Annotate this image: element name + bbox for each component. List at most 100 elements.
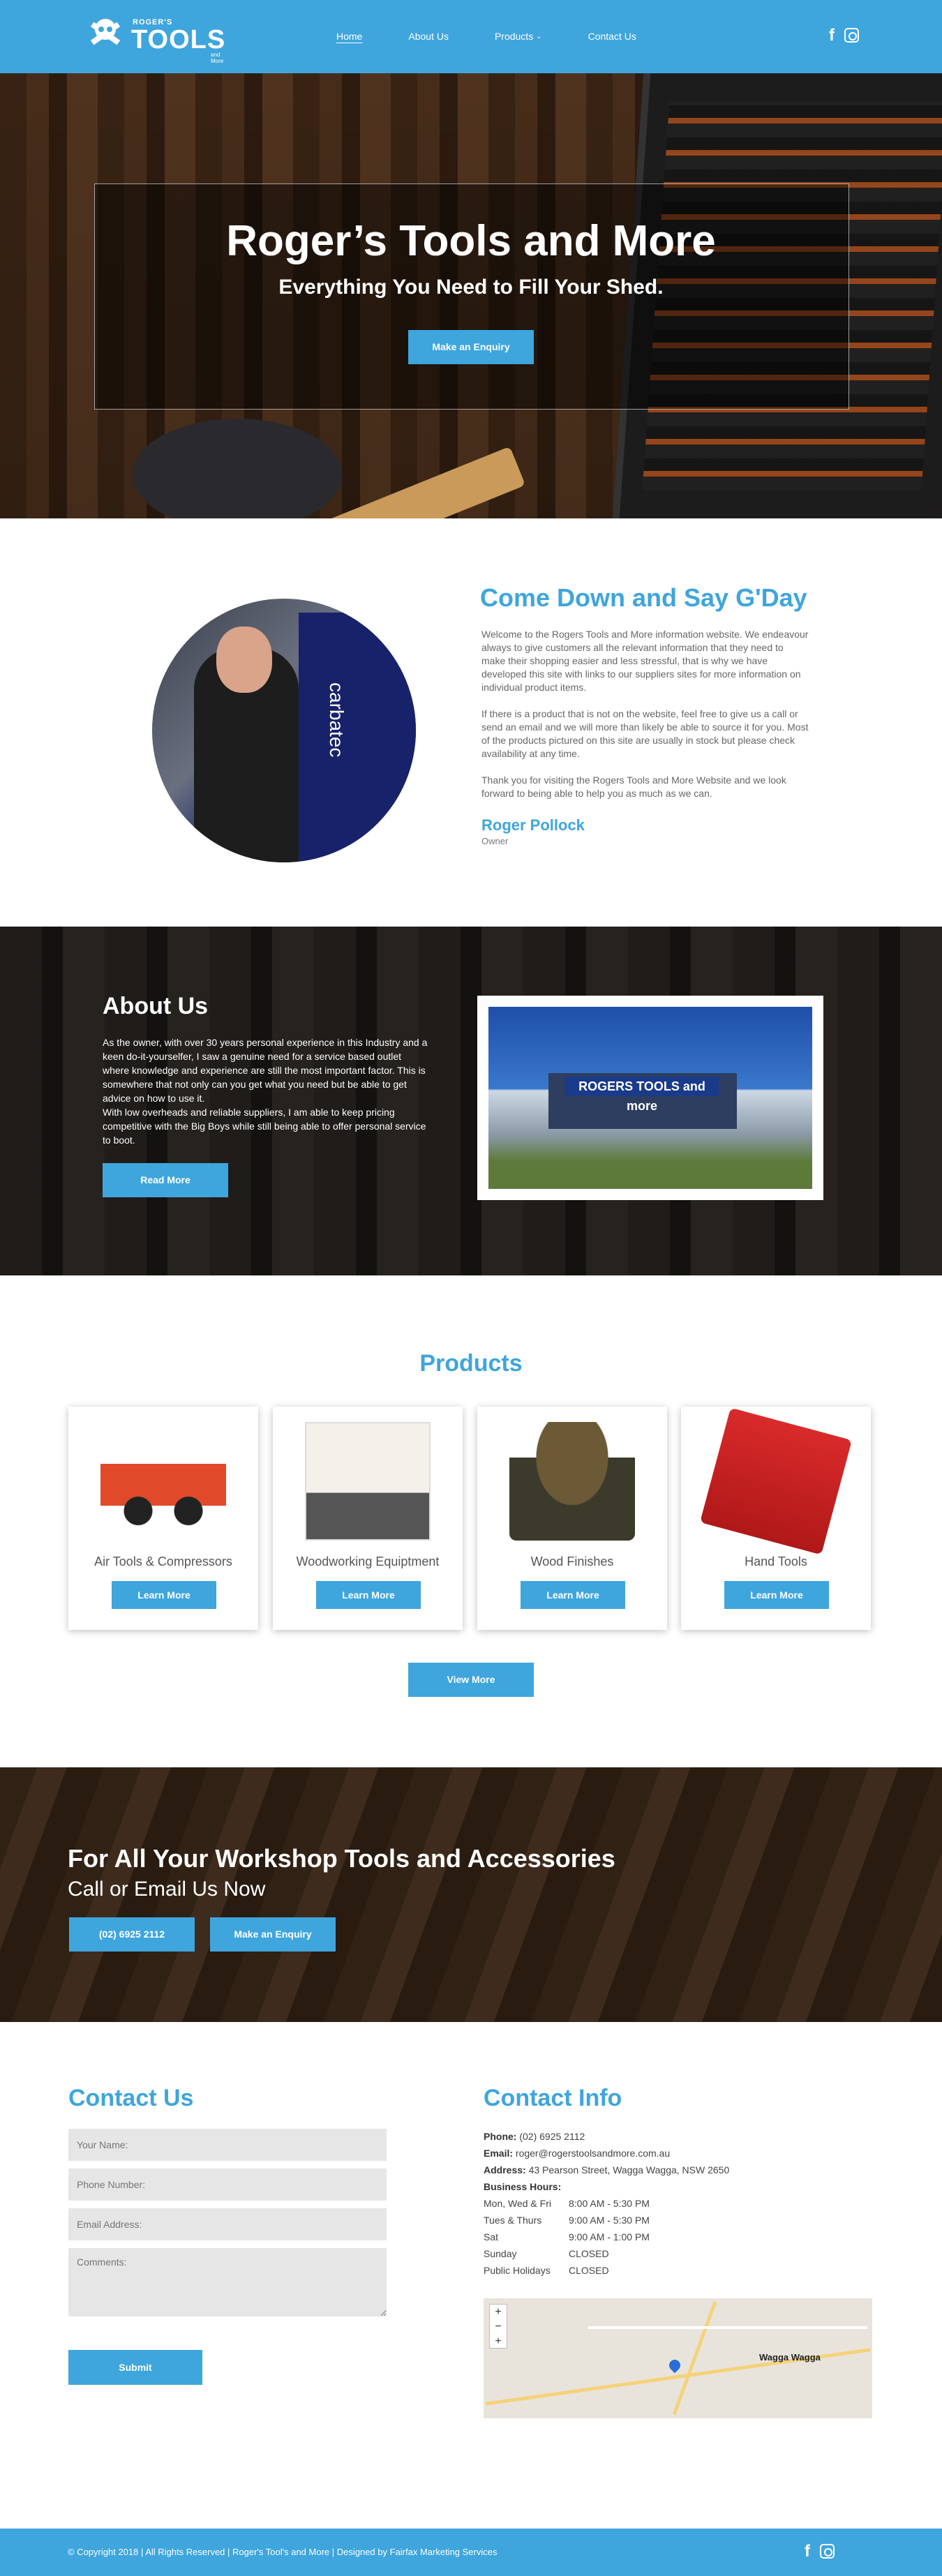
products-section: Products Air Tools & Compressors Learn M… <box>0 1275 942 1767</box>
hours-day: Sunday <box>484 2248 517 2259</box>
owner-photo: carbatec <box>152 599 416 862</box>
hand-tool-case-image <box>700 1407 852 1555</box>
contact-section: Contact Us Submit Contact Info Phone: (0… <box>0 2022 942 2529</box>
comments-field[interactable] <box>68 2248 387 2316</box>
hours-day: Mon, Wed & Fri <box>484 2198 551 2209</box>
hours-day: Sat <box>484 2231 499 2242</box>
bandsaw-machine: carbatec <box>299 613 416 862</box>
about-paragraph: With low overheads and reliable supplier… <box>103 1107 426 1146</box>
main-nav: Home About Us Products ⌄ Contact Us <box>336 31 682 42</box>
learn-more-button[interactable]: Learn More <box>521 1581 625 1609</box>
welcome-paragraph: Welcome to the Rogers Tools and More inf… <box>481 629 809 693</box>
cta-section: For All Your Workshop Tools and Accessor… <box>0 1767 942 2022</box>
map-city-label: Wagga Wagga <box>759 2352 821 2362</box>
map-zoom-control[interactable]: + − + <box>489 2304 507 2349</box>
instagram-icon[interactable] <box>844 28 859 43</box>
copyright-text: © Copyright 2018 | All Rights Reserved |… <box>68 2547 498 2557</box>
facebook-icon[interactable]: f <box>829 27 835 44</box>
hours-table: Mon, Wed & Fri 8:00 AM - 5:30 PM Tues & T… <box>484 2195 729 2279</box>
gloves-image <box>133 419 342 518</box>
instagram-icon[interactable] <box>820 2544 835 2559</box>
owner-head <box>216 627 272 693</box>
product-card[interactable]: Air Tools & Compressors Learn More <box>68 1407 258 1630</box>
learn-more-button[interactable]: Learn More <box>316 1581 421 1609</box>
footer-social: f <box>805 2543 835 2560</box>
welcome-text: Welcome to the Rogers Tools and More inf… <box>481 628 809 814</box>
site-footer: © Copyright 2018 | All Rights Reserved |… <box>0 2529 942 2576</box>
cta-title: For All Your Workshop Tools and Accessor… <box>68 1844 615 1873</box>
about-section: About Us As the owner, with over 30 year… <box>0 927 942 1275</box>
hours-time: 9:00 AM - 1:00 PM <box>569 2231 650 2242</box>
about-paragraph: As the owner, with over 30 years persona… <box>103 1037 428 1104</box>
site-logo[interactable]: ROGER'S TOOLS and More <box>85 11 228 64</box>
contact-info: Phone: (02) 6925 2112 Email: roger@roger… <box>484 2128 729 2279</box>
hours-day: Public Holidays <box>484 2265 551 2276</box>
compressor-image <box>100 1422 226 1541</box>
shopfront-image: ROGERS TOOLS and more <box>488 1007 812 1189</box>
hours-time: 9:00 AM - 5:30 PM <box>569 2215 650 2226</box>
phone-field[interactable] <box>68 2169 387 2201</box>
welcome-paragraph: If there is a product that is not on the… <box>481 708 809 759</box>
cta-subtitle: Call or Email Us Now <box>68 1878 266 1901</box>
name-field[interactable] <box>68 2129 387 2161</box>
hero-title: Roger’s Tools and More <box>226 217 716 265</box>
hero-section: Roger’s Tools and More Everything You Ne… <box>0 73 942 518</box>
owner-name: Roger Pollock <box>481 816 585 834</box>
welcome-title: Come Down and Say G'Day <box>480 583 807 612</box>
logo-big-text: TOOLS <box>131 25 226 54</box>
product-card[interactable]: Woodworking Equiptment Learn More <box>273 1407 463 1630</box>
facebook-icon[interactable]: f <box>805 2543 810 2560</box>
hours-time: CLOSED <box>569 2265 609 2276</box>
phone-label: Phone: <box>484 2131 517 2142</box>
skull-crossbones-icon <box>90 19 121 45</box>
product-title: Woodworking Equiptment <box>296 1555 440 1568</box>
product-title: Hand Tools <box>745 1555 807 1568</box>
wood-filler-image <box>509 1422 635 1541</box>
hero-subtitle: Everything You Need to Fill Your Shed. <box>278 276 664 299</box>
hours-label: Business Hours: <box>484 2181 562 2192</box>
cta-enquiry-button[interactable]: Make an Enquiry <box>210 1917 336 1952</box>
hours-time: CLOSED <box>569 2248 609 2259</box>
welcome-section: carbatec Come Down and Say G'Day Welcome… <box>0 518 942 927</box>
map-road <box>672 2301 717 2416</box>
location-map[interactable]: + − + Wagga Wagga <box>484 2298 872 2418</box>
logo-sub-text: and More <box>211 52 224 64</box>
nav-contact[interactable]: Contact Us <box>588 31 636 42</box>
nav-home[interactable]: Home <box>336 31 362 42</box>
contact-form-title: Contact Us <box>68 2085 194 2111</box>
shopfront-photo: ROGERS TOOLS and more <box>477 996 823 1200</box>
address-value: 43 Pearson Street, Wagga Wagga, NSW 2650 <box>528 2164 730 2176</box>
learn-more-button[interactable]: Learn More <box>112 1581 216 1609</box>
nav-products[interactable]: Products ⌄ <box>495 31 542 42</box>
contact-info-title: Contact Info <box>484 2085 622 2111</box>
submit-button[interactable]: Submit <box>68 2350 202 2385</box>
map-pin-icon[interactable] <box>666 2357 683 2374</box>
email-row: Email: roger@rogerstoolsandmore.com.au <box>484 2145 729 2162</box>
phone-value[interactable]: (02) 6925 2112 <box>519 2131 585 2142</box>
hero-enquiry-button[interactable]: Make an Enquiry <box>408 330 534 364</box>
email-value[interactable]: roger@rogerstoolsandmore.com.au <box>516 2148 670 2159</box>
learn-more-button[interactable]: Learn More <box>724 1581 829 1609</box>
owner-role: Owner <box>481 836 509 846</box>
product-card[interactable]: Wood Finishes Learn More <box>477 1407 667 1630</box>
about-title: About Us <box>103 993 209 1019</box>
hours-day: Tues & Thurs <box>484 2215 542 2226</box>
product-card[interactable]: Hand Tools Learn More <box>681 1407 871 1630</box>
call-button[interactable]: (02) 6925 2112 <box>69 1917 195 1952</box>
about-text: As the owner, with over 30 years persona… <box>103 1035 431 1147</box>
phone-row: Phone: (02) 6925 2112 <box>484 2128 729 2145</box>
view-more-button[interactable]: View More <box>408 1663 534 1697</box>
email-label: Email: <box>484 2148 514 2159</box>
map-road <box>588 2326 867 2329</box>
chevron-down-icon: ⌄ <box>536 32 542 40</box>
read-more-button[interactable]: Read More <box>103 1163 228 1197</box>
nav-about[interactable]: About Us <box>408 31 449 42</box>
shop-sign: ROGERS TOOLS and more <box>565 1077 719 1113</box>
machine-brand-text: carbatec <box>326 682 347 758</box>
email-field[interactable] <box>68 2208 387 2240</box>
site-header: ROGER'S TOOLS and More Home About Us Pro… <box>0 0 942 73</box>
welcome-paragraph: Thank you for visiting the Rogers Tools … <box>481 774 786 799</box>
product-title: Air Tools & Compressors <box>94 1555 232 1568</box>
address-row: Address: 43 Pearson Street, Wagga Wagga,… <box>484 2162 729 2178</box>
planer-image <box>305 1422 431 1541</box>
